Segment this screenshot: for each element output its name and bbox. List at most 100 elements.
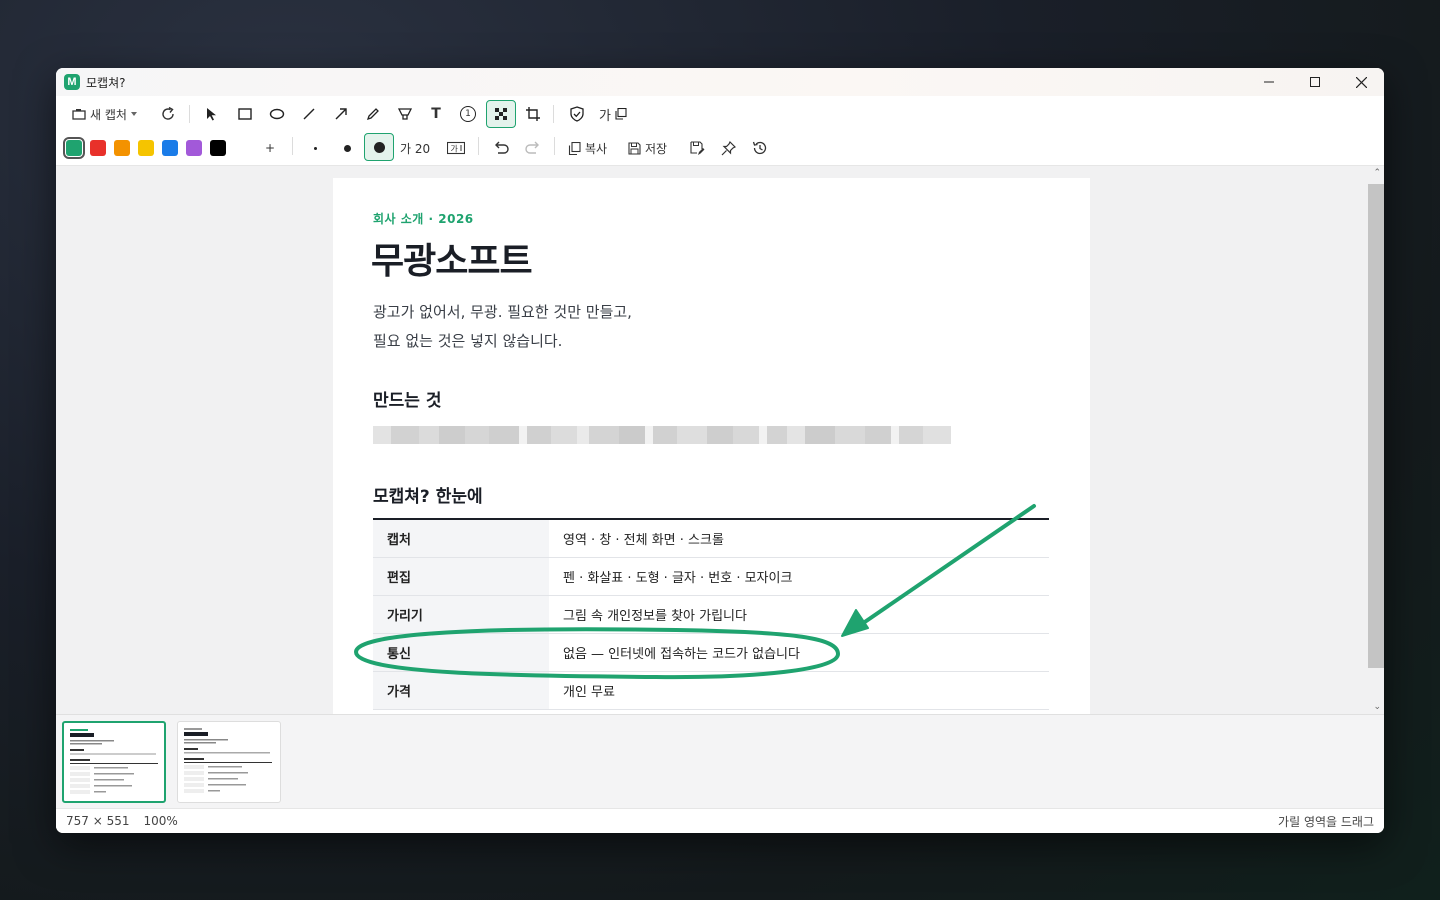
status-hint: 가릴 영역을 드래그 bbox=[1278, 814, 1374, 829]
table-key: 가리기 bbox=[373, 595, 549, 634]
section-heading-overview: 모캡쳐? 한눈에 bbox=[373, 487, 483, 507]
pen-icon bbox=[366, 108, 379, 121]
table-value: 펜 · 화살표 · 도형 · 글자 · 번호 · 모자이크 bbox=[549, 557, 1049, 596]
ellipse-tool[interactable] bbox=[264, 101, 290, 127]
arrow-tool[interactable] bbox=[328, 101, 354, 127]
dot-medium-icon bbox=[343, 144, 351, 152]
rectangle-tool[interactable] bbox=[232, 101, 258, 127]
save-button[interactable]: 저장 bbox=[626, 135, 669, 161]
line-tool[interactable] bbox=[296, 101, 322, 127]
app-window: M 모캡쳐? 새 캡처 T 1 가 + 가 20 가 복사 저장 회사 소개 ·… bbox=[56, 68, 1384, 833]
save-icon bbox=[628, 141, 641, 155]
stroke-small-button[interactable] bbox=[302, 135, 328, 161]
number-badge-label: 1 bbox=[465, 109, 471, 119]
cursor-icon bbox=[207, 108, 216, 121]
close-button[interactable] bbox=[1338, 68, 1384, 96]
capture-icon bbox=[72, 109, 86, 120]
captured-image[interactable]: 회사 소개 · 2026 무광소프트 광고가 없어서, 무광. 필요한 것만 만… bbox=[333, 178, 1090, 714]
scrollbar-thumb[interactable] bbox=[1368, 184, 1384, 668]
app-logo-icon: M bbox=[64, 74, 80, 90]
mosaic-icon bbox=[495, 108, 507, 120]
color-swatch-yellow[interactable] bbox=[138, 140, 154, 156]
font-size-label: 가 20 bbox=[400, 141, 431, 156]
mosaic-redacted-region bbox=[373, 426, 1031, 444]
color-swatch-orange[interactable] bbox=[114, 140, 130, 156]
text-icon: T bbox=[431, 106, 441, 122]
scroll-up-icon[interactable]: ⌃ bbox=[1373, 168, 1381, 178]
number-badge-icon: 1 bbox=[460, 106, 476, 122]
privacy-redact-button[interactable] bbox=[564, 101, 590, 127]
toolbar-separator bbox=[292, 137, 293, 155]
plus-icon: + bbox=[264, 141, 276, 155]
chevron-down-icon bbox=[130, 112, 137, 116]
number-tool[interactable]: 1 bbox=[455, 101, 481, 127]
history-icon bbox=[752, 141, 767, 155]
stroke-large-button[interactable] bbox=[364, 133, 394, 161]
copy-button[interactable]: 복사 bbox=[566, 135, 609, 161]
redo-icon bbox=[525, 141, 539, 154]
doc-title: 무광소프트 bbox=[371, 241, 533, 282]
close-icon bbox=[1355, 76, 1367, 88]
highlighter-icon bbox=[397, 108, 413, 120]
maximize-icon bbox=[1310, 77, 1320, 87]
status-bar: 757 × 551 100% 가릴 영역을 드래그 bbox=[56, 808, 1384, 833]
save-label: 저장 bbox=[645, 141, 668, 156]
minimize-button[interactable] bbox=[1246, 68, 1292, 96]
window-title: 모캡쳐? bbox=[86, 75, 126, 90]
svg-text:가: 가 bbox=[451, 145, 459, 154]
dot-small-icon bbox=[313, 146, 317, 150]
arrow-icon bbox=[335, 108, 347, 120]
color-swatch-purple[interactable] bbox=[186, 140, 202, 156]
table-key: 캡처 bbox=[373, 519, 549, 558]
section-heading-products: 만드는 것 bbox=[373, 391, 442, 411]
refresh-icon bbox=[162, 106, 174, 120]
pen-tool[interactable] bbox=[360, 101, 386, 127]
thumbnail-2[interactable] bbox=[177, 721, 281, 803]
crop-tool[interactable] bbox=[520, 101, 546, 127]
color-swatch-black[interactable] bbox=[210, 140, 226, 156]
thumbnail-preview bbox=[70, 729, 158, 794]
thumbnail-1[interactable] bbox=[62, 721, 166, 803]
copy-label: 복사 bbox=[585, 141, 608, 156]
rectangle-icon bbox=[238, 108, 252, 120]
redo-button[interactable] bbox=[520, 135, 546, 161]
doc-eyebrow: 회사 소개 · 2026 bbox=[373, 212, 474, 226]
text-tool[interactable]: T bbox=[423, 101, 449, 127]
text-box-icon: 가 bbox=[447, 141, 465, 155]
retake-button[interactable] bbox=[155, 101, 181, 127]
color-swatch-green[interactable] bbox=[63, 137, 85, 159]
mosaic-tool[interactable] bbox=[486, 100, 516, 128]
undo-button[interactable] bbox=[488, 135, 514, 161]
pin-button[interactable] bbox=[715, 135, 741, 161]
doc-lede: 광고가 없어서, 무광. 필요한 것만 만들고, 필요 없는 것은 넣지 않습니… bbox=[373, 298, 632, 356]
save-as-button[interactable] bbox=[684, 135, 710, 161]
table-key: 편집 bbox=[373, 557, 549, 596]
select-tool[interactable] bbox=[199, 101, 225, 127]
vertical-scrollbar[interactable]: ⌃ ⌄ bbox=[1368, 166, 1384, 714]
highlighter-tool[interactable] bbox=[392, 101, 418, 127]
new-capture-button[interactable]: 새 캡처 bbox=[68, 101, 141, 127]
doc-lede-line2: 필요 없는 것은 넣지 않습니다. bbox=[373, 332, 563, 350]
table-row: 가리기 그림 속 개인정보를 찾아 가립니다 bbox=[373, 595, 1049, 634]
text-box-button[interactable]: 가 bbox=[443, 135, 469, 161]
toolbar-separator bbox=[554, 137, 555, 155]
color-swatch-blue[interactable] bbox=[162, 140, 178, 156]
window-controls bbox=[1246, 68, 1384, 96]
color-swatch-red[interactable] bbox=[90, 140, 106, 156]
line-icon bbox=[303, 108, 315, 120]
toolbar-separator bbox=[189, 105, 190, 123]
pin-icon bbox=[721, 140, 736, 155]
maximize-button[interactable] bbox=[1292, 68, 1338, 96]
text-recognition-button[interactable]: 가 bbox=[599, 101, 627, 127]
ellipse-icon bbox=[269, 108, 285, 120]
toolbar-separator bbox=[478, 137, 479, 155]
font-size-button[interactable]: 가 20 bbox=[400, 135, 430, 161]
table-row: 통신 없음 — 인터넷에 접속하는 코드가 없습니다 bbox=[373, 633, 1049, 672]
add-color-button[interactable]: + bbox=[257, 135, 283, 161]
title-bar: M 모캡쳐? bbox=[56, 68, 1384, 96]
scroll-down-icon[interactable]: ⌄ bbox=[1373, 702, 1381, 712]
table-value: 영역 · 창 · 전체 화면 · 스크롤 bbox=[549, 519, 1049, 558]
canvas-area[interactable]: 회사 소개 · 2026 무광소프트 광고가 없어서, 무광. 필요한 것만 만… bbox=[56, 166, 1384, 714]
history-button[interactable] bbox=[747, 135, 773, 161]
stroke-medium-button[interactable] bbox=[334, 135, 360, 161]
